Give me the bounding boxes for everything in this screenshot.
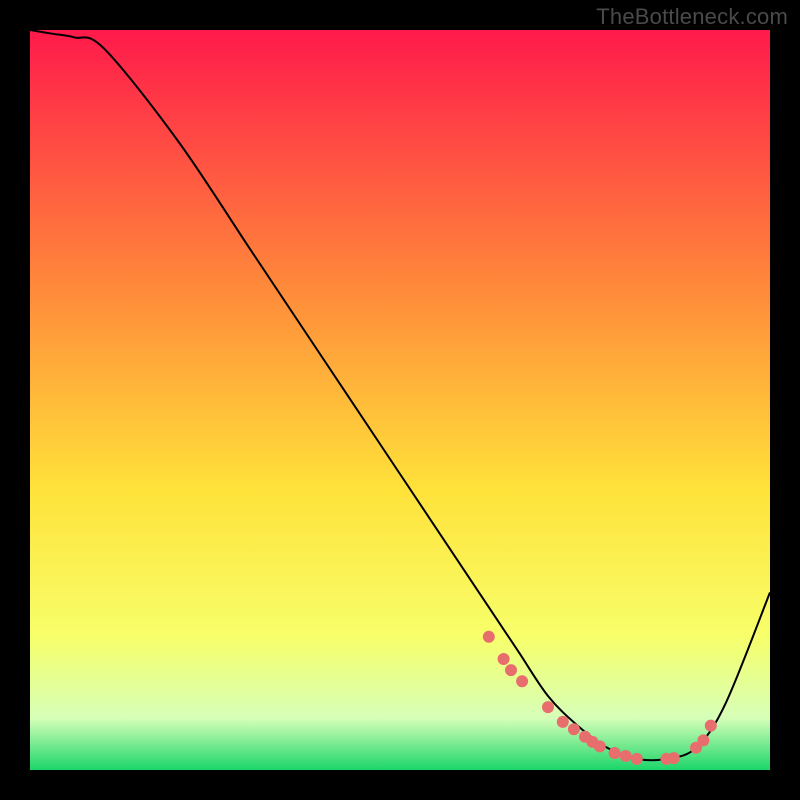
data-point: [668, 752, 680, 764]
data-point: [505, 664, 517, 676]
data-point: [620, 750, 632, 762]
data-point: [609, 747, 621, 759]
data-point: [568, 723, 580, 735]
plot-area: [30, 30, 770, 770]
chart-svg: [30, 30, 770, 770]
watermark-label: TheBottleneck.com: [596, 4, 788, 30]
chart-frame: TheBottleneck.com: [0, 0, 800, 800]
gradient-background: [30, 30, 770, 770]
data-point: [705, 720, 717, 732]
data-point: [631, 753, 643, 765]
data-point: [516, 675, 528, 687]
data-point: [697, 734, 709, 746]
data-point: [594, 740, 606, 752]
data-point: [542, 701, 554, 713]
data-point: [498, 653, 510, 665]
data-point: [483, 631, 495, 643]
data-point: [557, 716, 569, 728]
